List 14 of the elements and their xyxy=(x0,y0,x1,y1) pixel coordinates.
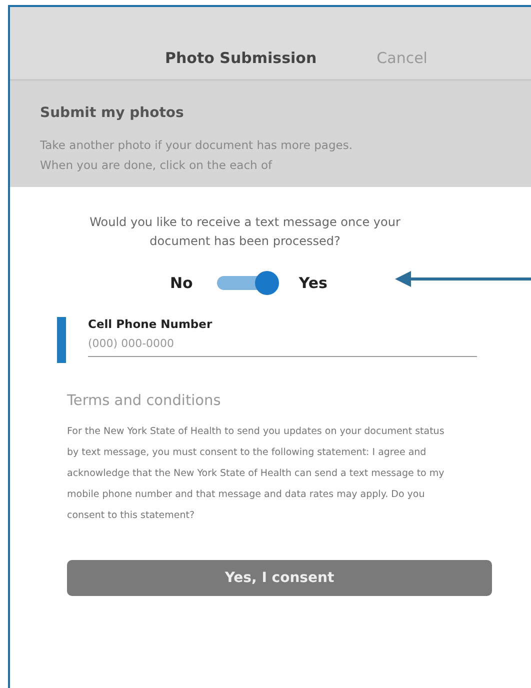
field-label: Cell Phone Number xyxy=(88,317,214,331)
focus-bar xyxy=(57,317,66,363)
panel-text: Take another photo if your document has more pages. When you are done, click on the each of xyxy=(40,137,354,174)
cancel-button[interactable]: Cancel xyxy=(376,49,428,67)
panel-title: Submit my photos xyxy=(40,105,185,121)
toggle-on-label: Yes xyxy=(298,274,328,292)
toggle-off-label: No xyxy=(170,274,193,292)
terms-title: Terms and conditions xyxy=(67,393,222,409)
phone-input-field[interactable]: (000) 000-0000 xyxy=(88,331,477,357)
arrow-icon xyxy=(395,270,531,288)
question-text: Would you like to receive a text message once your document has been processed? xyxy=(88,214,402,250)
consent-button[interactable]: Yes, I consent xyxy=(67,560,492,596)
screen-title: Photo Submission xyxy=(165,49,317,67)
terms-text: For the New York State of Health to send you updates on your document status by text message, you must consent to the following statement: I agree and acknowledge that the New York State of Health can send a text message to my mobile phone number and that message and data rates may apply. Do you consent to this statement? xyxy=(67,425,446,523)
